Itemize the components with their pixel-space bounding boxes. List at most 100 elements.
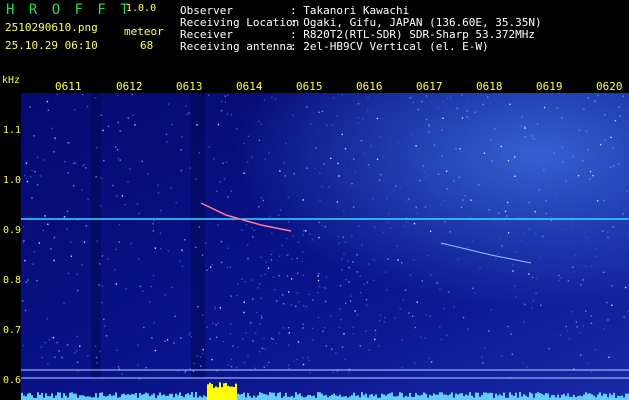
noise-speckle: [94, 345, 97, 347]
power-bar-segment: [187, 393, 189, 400]
noise-speckle: [365, 330, 367, 332]
noise-speckle: [595, 248, 598, 250]
noise-speckle: [96, 240, 98, 242]
noise-speckle: [217, 322, 219, 324]
power-bar-segment: [371, 394, 373, 400]
noise-speckle: [230, 358, 233, 360]
noise-speckle: [95, 356, 98, 359]
noise-speckle: [582, 279, 584, 281]
noise-speckle: [526, 366, 528, 368]
noise-speckle: [220, 110, 223, 112]
noise-speckle: [565, 180, 567, 182]
noise-speckle: [224, 95, 226, 97]
noise-speckle: [230, 365, 233, 368]
noise-speckle: [365, 304, 368, 306]
noise-speckle: [536, 277, 539, 280]
power-bar-segment: [581, 396, 583, 400]
power-bar-segment: [37, 392, 39, 400]
power-bar-segment: [329, 396, 331, 400]
noise-speckle: [466, 171, 468, 174]
noise-speckle: [193, 362, 196, 365]
power-bar-segment: [269, 392, 271, 400]
power-bar-segment: [215, 386, 217, 400]
noise-speckle: [66, 228, 68, 230]
power-bar-segment: [133, 394, 135, 400]
noise-speckle: [590, 371, 593, 373]
noise-speckle: [164, 294, 166, 296]
noise-speckle: [51, 127, 53, 130]
noise-speckle: [139, 285, 141, 288]
noise-speckle: [449, 186, 452, 188]
power-bar-segment: [141, 394, 143, 400]
noise-speckle: [306, 167, 308, 169]
noise-speckle: [441, 129, 443, 131]
noise-speckle: [437, 107, 440, 110]
noise-speckle: [458, 176, 460, 179]
power-bar-segment: [619, 396, 621, 400]
noise-speckle: [622, 213, 624, 215]
noise-speckle: [48, 339, 50, 341]
noise-speckle: [475, 151, 478, 154]
noise-speckle: [573, 271, 575, 273]
noise-speckle: [317, 275, 319, 277]
power-bar-segment: [613, 392, 615, 400]
power-bar-segment: [585, 392, 587, 400]
noise-speckle: [308, 359, 310, 361]
noise-speckle: [345, 279, 347, 281]
noise-speckle: [86, 105, 89, 108]
noise-speckle: [209, 338, 211, 340]
noise-speckle: [590, 315, 592, 317]
noise-speckle: [266, 364, 268, 366]
noise-speckle: [68, 142, 70, 144]
noise-speckle: [53, 151, 55, 153]
noise-speckle: [324, 226, 327, 228]
noise-speckle: [524, 188, 526, 190]
axis-unit-label: kHz: [2, 75, 21, 86]
noise-speckle: [528, 201, 530, 204]
noise-speckle: [542, 235, 544, 238]
noise-speckle: [449, 231, 451, 233]
noise-speckle: [100, 114, 103, 116]
noise-speckle: [537, 189, 539, 191]
noise-speckle: [397, 142, 399, 144]
noise-speckle: [32, 263, 34, 265]
noise-speckle: [236, 128, 238, 130]
power-bar-segment: [539, 393, 541, 400]
noise-speckle: [335, 352, 337, 354]
power-bar-segment: [237, 393, 239, 400]
noise-speckle: [288, 367, 290, 370]
noise-speckle: [323, 326, 326, 329]
noise-speckle: [614, 120, 617, 122]
noise-speckle: [441, 244, 443, 246]
meteor-count-value: 68: [140, 39, 154, 52]
noise-speckle: [360, 140, 363, 142]
noise-speckle: [96, 362, 98, 364]
noise-speckle: [263, 366, 265, 368]
noise-speckle: [227, 364, 229, 366]
noise-speckle: [47, 363, 49, 365]
noise-speckle: [612, 97, 614, 100]
noise-speckle: [152, 230, 155, 232]
freq-tick: 0.8: [3, 275, 22, 286]
noise-speckle: [115, 248, 117, 251]
noise-speckle: [543, 169, 545, 171]
noise-speckle: [439, 288, 441, 290]
noise-speckle: [44, 341, 46, 344]
power-bar-segment: [457, 394, 459, 400]
noise-speckle: [555, 198, 557, 200]
noise-speckle: [491, 160, 493, 162]
noise-speckle: [319, 172, 321, 175]
noise-speckle: [394, 317, 396, 319]
noise-speckle: [501, 355, 503, 357]
power-bar-segment: [561, 394, 563, 400]
power-bar-segment: [459, 393, 461, 400]
noise-speckle: [287, 196, 289, 199]
power-bar-segment: [465, 394, 467, 400]
noise-speckle: [81, 189, 83, 191]
noise-speckle: [523, 321, 525, 323]
app-title: H R O F F T: [6, 2, 132, 18]
power-bar-segment: [127, 394, 129, 400]
noise-speckle: [192, 370, 195, 372]
noise-speckle: [429, 213, 431, 215]
noise-speckle: [127, 181, 129, 183]
